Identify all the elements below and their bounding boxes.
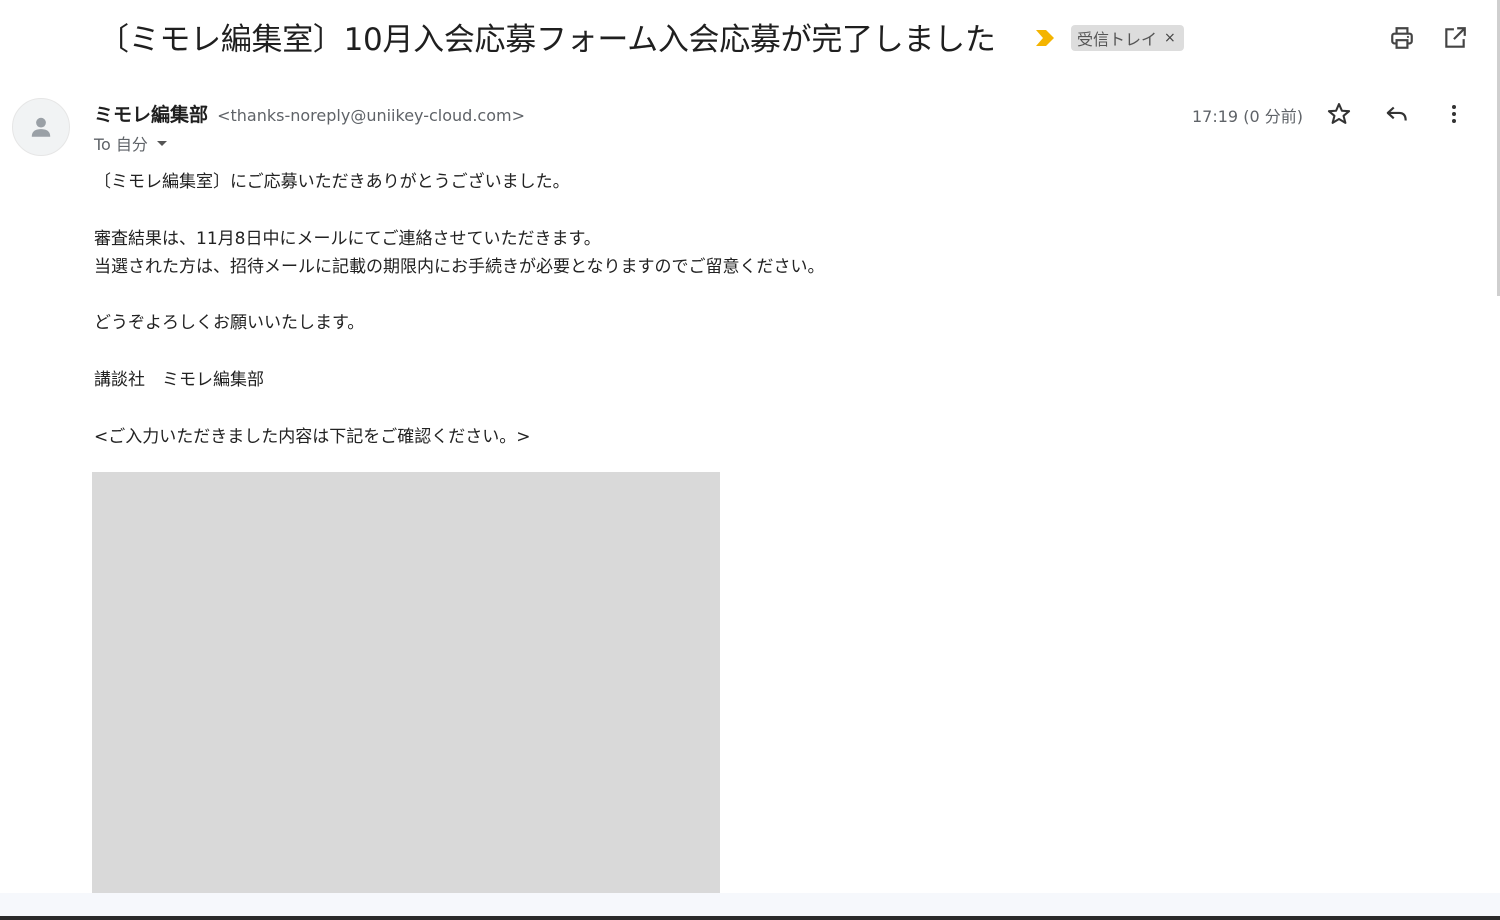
sender-name[interactable]: ミモレ編集部 [94,104,208,126]
sender-avatar[interactable] [12,98,70,156]
subject-row: 〔ミモレ編集室〕10月入会応募フォーム入会応募が完了しました 受信トレイ × [0,0,1500,76]
person-icon [31,117,51,137]
reply-icon [1386,106,1407,121]
email-body: 〔ミモレ編集室〕にご応募いただきありがとうございました。 審査結果は、11月8日… [94,168,825,451]
recipient-label: To 自分 [94,135,148,154]
email-image-placeholder [92,472,720,920]
label-chip-text: 受信トレイ [1077,30,1158,49]
body-line: 当選された方は、招待メールに記載の期限内にお手続きが必要となりますのでご留意くだ… [94,256,825,277]
email-timestamp: 17:19 (0 分前) [1192,107,1303,126]
star-button[interactable] [1322,97,1356,131]
body-line [94,281,825,309]
sender-line: ミモレ編集部 <thanks-noreply@uniikey-cloud.com… [94,100,525,127]
body-line [94,196,825,224]
open-in-new-window-button[interactable] [1438,21,1472,55]
print-icon [1391,27,1413,49]
remove-label-button[interactable]: × [1164,30,1176,46]
reply-button[interactable] [1380,97,1414,131]
recipient-details-toggle[interactable]: To 自分 [94,131,170,155]
print-button[interactable] [1385,21,1419,55]
label-chip-inbox[interactable]: 受信トレイ × [1071,25,1184,51]
body-line [94,394,825,422]
window-bottom-border [0,916,1500,920]
more-options-button[interactable] [1437,97,1471,131]
more-vertical-icon [1452,105,1456,123]
star-icon [1327,103,1351,124]
email-subject: 〔ミモレ編集室〕10月入会応募フォーム入会応募が完了しました [98,22,996,58]
body-line [94,338,825,366]
body-line: 〔ミモレ編集室〕にご応募いただきありがとうございました。 [94,172,570,192]
body-line: <ご入力いただきました内容は下記をご確認ください。> [94,426,531,447]
body-line: 審査結果は、11月8日中にメールにてご連絡させていただきます。 [94,228,601,249]
importance-marker-icon[interactable] [1034,29,1056,47]
chevron-down-icon [156,141,167,146]
body-line: 講談社 ミモレ編集部 [94,370,264,391]
sender-email: <thanks-noreply@uniikey-cloud.com> [217,106,525,125]
open-in-new-window-icon [1445,27,1466,48]
body-line: どうぞよろしくお願いいたします。 [94,313,365,334]
